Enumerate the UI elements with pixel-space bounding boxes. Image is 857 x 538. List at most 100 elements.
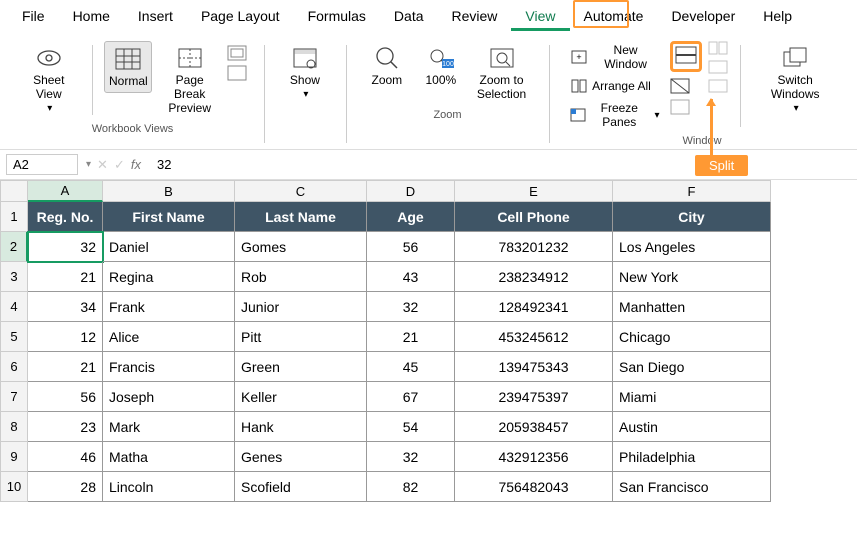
select-all-corner[interactable] <box>0 180 28 202</box>
menu-page-layout[interactable]: Page Layout <box>187 4 294 31</box>
cancel-icon[interactable]: ✕ <box>97 157 108 173</box>
col-header-C[interactable]: C <box>235 180 367 202</box>
row-header-4[interactable]: 4 <box>0 292 28 322</box>
data-cell[interactable]: 32 <box>367 442 455 472</box>
data-cell[interactable]: Lincoln <box>103 472 235 502</box>
data-cell[interactable]: 432912356 <box>455 442 613 472</box>
menu-data[interactable]: Data <box>380 4 438 31</box>
col-header-F[interactable]: F <box>613 180 771 202</box>
data-cell[interactable]: Mark <box>103 412 235 442</box>
sheet-view-button[interactable]: Sheet View▾ <box>18 41 80 118</box>
row-header-9[interactable]: 9 <box>0 442 28 472</box>
col-header-E[interactable]: E <box>455 180 613 202</box>
data-cell[interactable]: 45 <box>367 352 455 382</box>
menu-developer[interactable]: Developer <box>657 4 749 31</box>
freeze-panes-button[interactable]: Freeze Panes▾ <box>566 99 663 131</box>
data-cell[interactable]: 23 <box>28 412 103 442</box>
page-layout-icon[interactable] <box>227 45 247 61</box>
row-header-7[interactable]: 7 <box>0 382 28 412</box>
unhide-icon[interactable] <box>670 99 702 118</box>
data-cell[interactable]: Los Angeles <box>613 232 771 262</box>
data-cell[interactable]: Miami <box>613 382 771 412</box>
data-cell[interactable]: 21 <box>28 262 103 292</box>
menu-insert[interactable]: Insert <box>124 4 187 31</box>
data-cell[interactable]: Austin <box>613 412 771 442</box>
custom-views-icon[interactable] <box>227 65 247 81</box>
data-cell[interactable]: 238234912 <box>455 262 613 292</box>
data-cell[interactable]: Keller <box>235 382 367 412</box>
new-window-button[interactable]: +New Window <box>566 41 663 73</box>
data-cell[interactable]: Chicago <box>613 322 771 352</box>
menu-home[interactable]: Home <box>59 4 124 31</box>
data-cell[interactable]: 32 <box>367 292 455 322</box>
data-cell[interactable]: 239475397 <box>455 382 613 412</box>
page-break-button[interactable]: Page Break Preview <box>158 41 221 119</box>
col-header-A[interactable]: A <box>28 180 103 202</box>
header-cell[interactable]: Last Name <box>235 202 367 232</box>
data-cell[interactable]: 46 <box>28 442 103 472</box>
menu-view[interactable]: View <box>511 4 569 31</box>
menu-automate[interactable]: Automate <box>570 4 658 31</box>
arrange-all-button[interactable]: Arrange All <box>566 75 663 97</box>
data-cell[interactable]: San Francisco <box>613 472 771 502</box>
data-cell[interactable]: Alice <box>103 322 235 352</box>
data-cell[interactable]: Matha <box>103 442 235 472</box>
menu-file[interactable]: File <box>8 4 59 31</box>
data-cell[interactable]: Green <box>235 352 367 382</box>
data-cell[interactable]: 12 <box>28 322 103 352</box>
data-cell[interactable]: Manhatten <box>613 292 771 322</box>
data-cell[interactable]: Scofield <box>235 472 367 502</box>
data-cell[interactable]: Gomes <box>235 232 367 262</box>
data-cell[interactable]: 21 <box>28 352 103 382</box>
row-header-6[interactable]: 6 <box>0 352 28 382</box>
header-cell[interactable]: City <box>613 202 771 232</box>
zoom-selection-button[interactable]: Zoom to Selection <box>471 41 532 105</box>
row-header-5[interactable]: 5 <box>0 322 28 352</box>
header-cell[interactable]: Cell Phone <box>455 202 613 232</box>
zoom-button[interactable]: Zoom <box>363 41 411 91</box>
data-cell[interactable]: San Diego <box>613 352 771 382</box>
data-cell[interactable]: 28 <box>28 472 103 502</box>
data-cell[interactable]: 82 <box>367 472 455 502</box>
data-cell[interactable]: 56 <box>367 232 455 262</box>
data-cell[interactable]: Pitt <box>235 322 367 352</box>
show-button[interactable]: Show▾ <box>281 41 329 104</box>
col-header-B[interactable]: B <box>103 180 235 202</box>
data-cell[interactable]: New York <box>613 262 771 292</box>
row-header-2[interactable]: 2 <box>0 232 28 262</box>
data-cell[interactable]: 205938457 <box>455 412 613 442</box>
data-cell[interactable]: Regina <box>103 262 235 292</box>
data-cell[interactable]: Philadelphia <box>613 442 771 472</box>
data-cell[interactable]: 43 <box>367 262 455 292</box>
data-cell[interactable]: Francis <box>103 352 235 382</box>
data-cell[interactable]: 128492341 <box>455 292 613 322</box>
data-cell[interactable]: 783201232 <box>455 232 613 262</box>
menu-formulas[interactable]: Formulas <box>294 4 380 31</box>
data-cell[interactable]: 21 <box>367 322 455 352</box>
col-header-D[interactable]: D <box>367 180 455 202</box>
header-cell[interactable]: Reg. No. <box>28 202 103 232</box>
data-cell[interactable]: Daniel <box>103 232 235 262</box>
data-cell[interactable]: 32 <box>28 232 103 262</box>
formula-value[interactable]: 32 <box>147 155 181 174</box>
switch-windows-button[interactable]: Switch Windows▾ <box>752 41 838 118</box>
data-cell[interactable]: 756482043 <box>455 472 613 502</box>
normal-view-button[interactable]: Normal <box>104 41 152 93</box>
fx-icon[interactable]: fx <box>131 157 141 172</box>
data-cell[interactable]: 54 <box>367 412 455 442</box>
header-cell[interactable]: Age <box>367 202 455 232</box>
name-box[interactable] <box>6 154 78 175</box>
data-cell[interactable]: 453245612 <box>455 322 613 352</box>
menu-review[interactable]: Review <box>438 4 512 31</box>
data-cell[interactable]: 34 <box>28 292 103 322</box>
split-button[interactable] <box>670 41 702 72</box>
data-cell[interactable]: Hank <box>235 412 367 442</box>
row-header-3[interactable]: 3 <box>0 262 28 292</box>
enter-icon[interactable]: ✓ <box>114 157 125 173</box>
data-cell[interactable]: 67 <box>367 382 455 412</box>
row-header-1[interactable]: 1 <box>0 202 28 232</box>
row-header-10[interactable]: 10 <box>0 472 28 502</box>
data-cell[interactable]: Genes <box>235 442 367 472</box>
data-cell[interactable]: Rob <box>235 262 367 292</box>
data-cell[interactable]: Frank <box>103 292 235 322</box>
